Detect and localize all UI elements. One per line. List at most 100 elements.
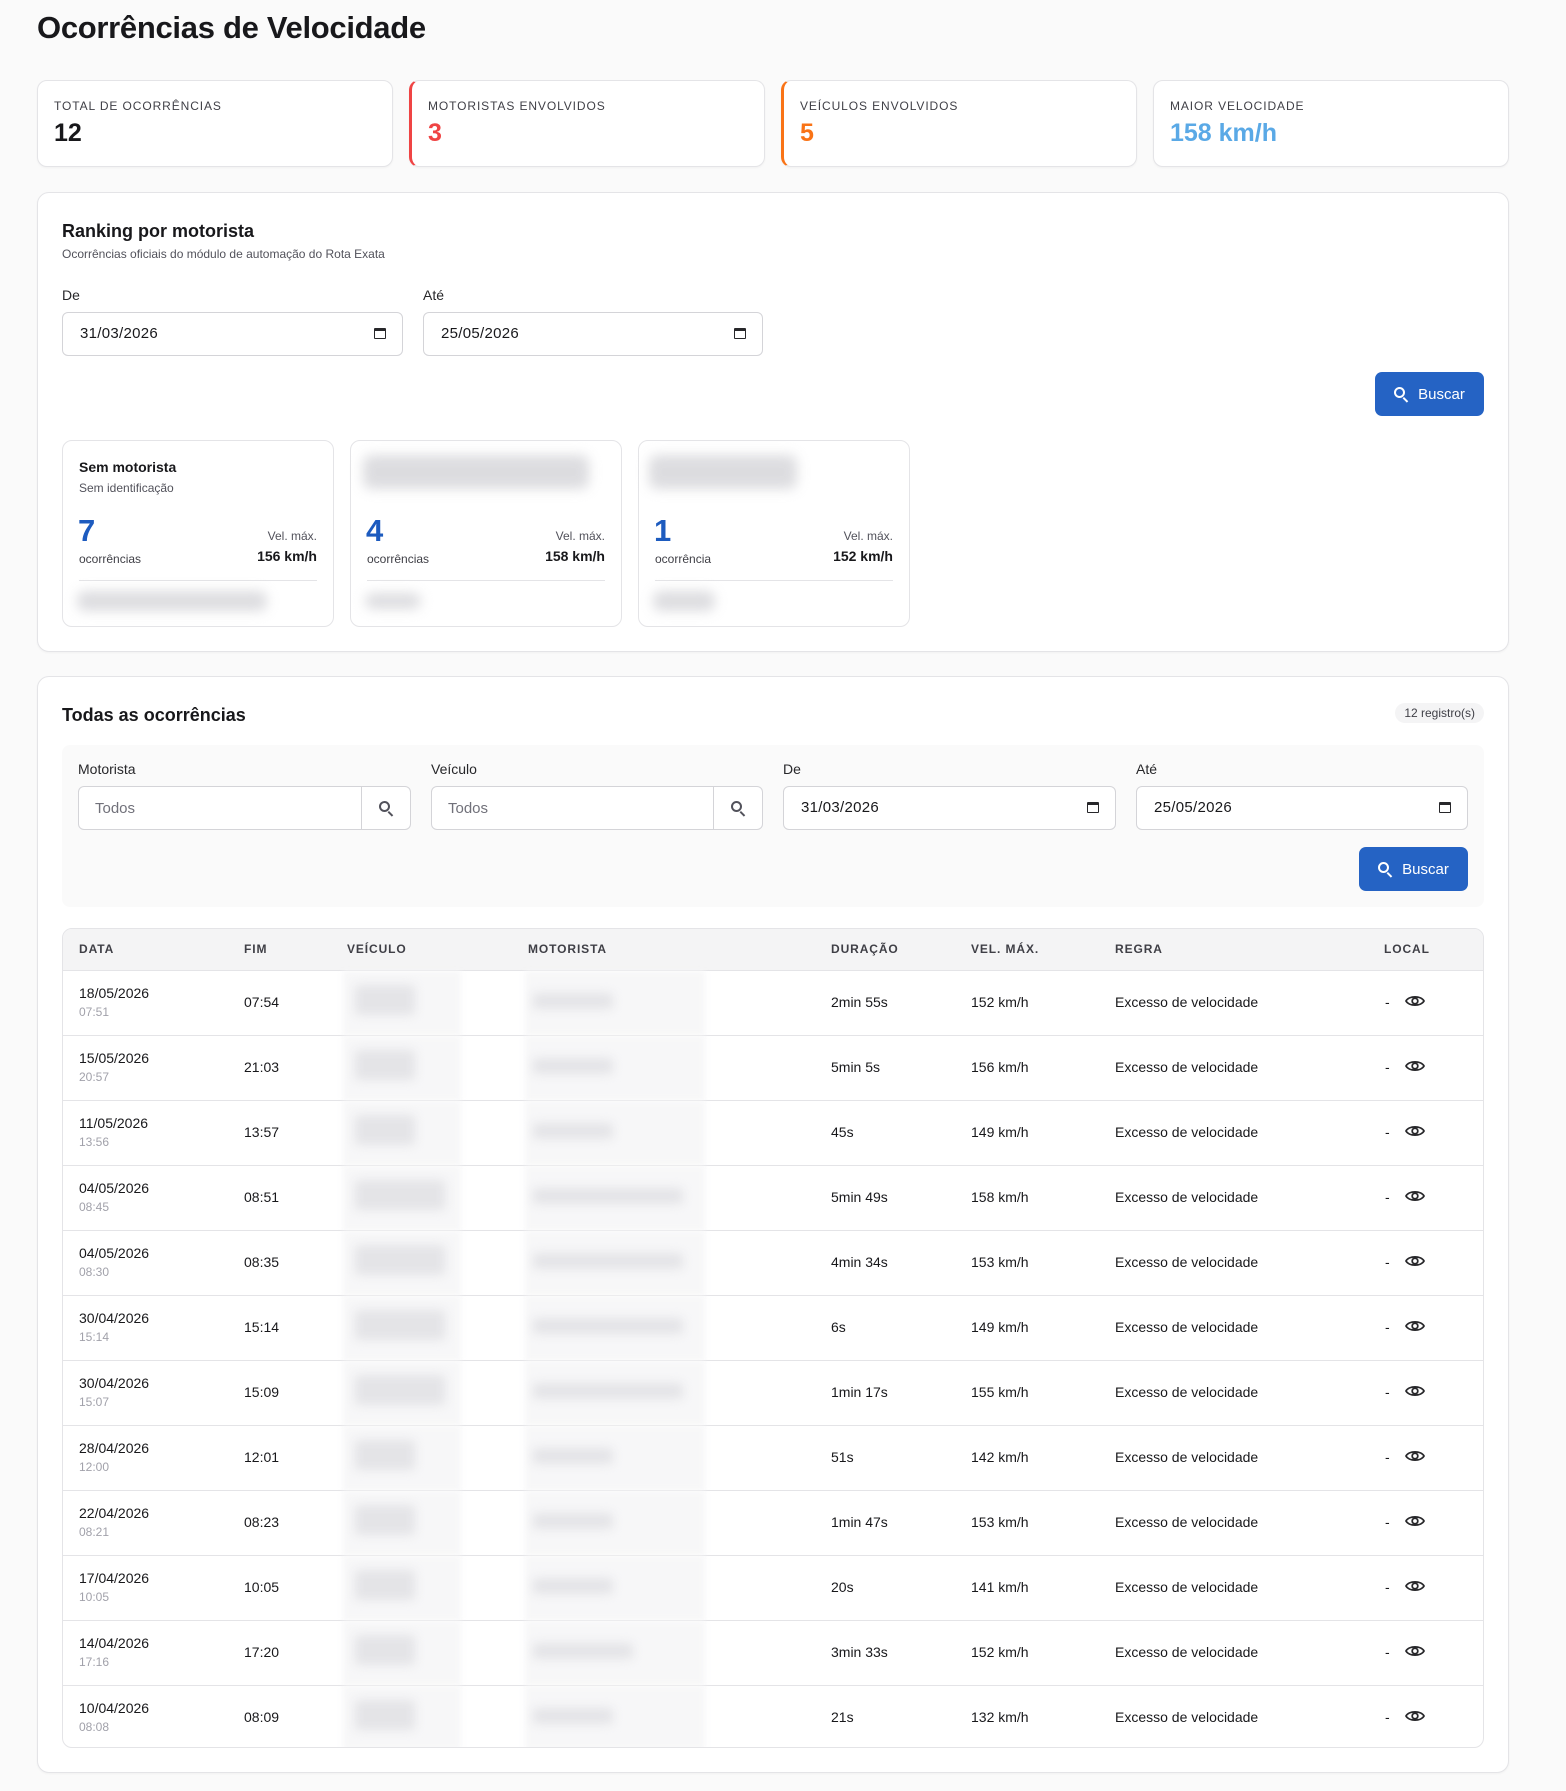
- calendar-icon[interactable]: [1439, 802, 1451, 813]
- vehicle-filter-label: Veículo: [431, 761, 477, 777]
- occurrence-date: 28/04/2026: [79, 1440, 150, 1456]
- occurrence-rule: Excesso de velocidade: [1115, 1124, 1259, 1140]
- occurrence-local: -: [1385, 1709, 1390, 1725]
- occurrence-end-time: 15:09: [244, 1384, 280, 1400]
- eye-icon[interactable]: [1404, 1383, 1426, 1399]
- occurrences-search-button[interactable]: Buscar: [1359, 847, 1468, 891]
- eye-icon[interactable]: [1404, 1643, 1426, 1659]
- eye-icon[interactable]: [1404, 1448, 1426, 1464]
- kpi-motoristas-envolvidos: MOTORISTAS ENVOLVIDOS 3: [409, 80, 765, 167]
- occurrence-rule: Excesso de velocidade: [1115, 1384, 1259, 1400]
- table-row: 18/05/2026 07:51 07:54 2min 55s 152 km/h Exce…: [63, 970, 1483, 1035]
- occurrence-local: -: [1385, 1059, 1390, 1075]
- occurrence-end-time: 08:23: [244, 1514, 280, 1530]
- ranking-card-driver-2[interactable]: 4 ocorrências Vel. máx. 158 km/h: [350, 440, 622, 627]
- redacted-vehicle: [355, 1245, 445, 1275]
- ranking-panel: Ranking por motorista Ocorrências oficia…: [37, 192, 1509, 652]
- redacted-vehicle: [355, 1050, 415, 1080]
- eye-icon[interactable]: [1404, 993, 1426, 1009]
- table-row: 17/04/2026 10:05 10:05 20s 141 km/h Excesso d…: [63, 1555, 1483, 1620]
- filters-area: Motorista Veículo De 31/03/2026 Até 25/0…: [62, 745, 1484, 907]
- kpi-maior-velocidade: MAIOR VELOCIDADE 158 km/h: [1153, 80, 1509, 167]
- occurrence-start-time: 13:56: [79, 1135, 110, 1149]
- from-date-input[interactable]: 31/03/2026: [783, 786, 1116, 830]
- occurrence-local: -: [1385, 1579, 1390, 1595]
- occurrence-max-speed: 132 km/h: [971, 1709, 1029, 1725]
- occurrence-start-time: 08:08: [79, 1720, 110, 1734]
- driver-name: Sem motorista: [79, 459, 177, 475]
- kpi-total-ocorrencias: TOTAL DE OCORRÊNCIAS 12: [37, 80, 393, 167]
- eye-icon[interactable]: [1404, 1578, 1426, 1594]
- date-value: 25/05/2026: [1154, 799, 1233, 816]
- page-title: Ocorrências de Velocidade: [37, 10, 426, 45]
- redacted-driver: [533, 1578, 613, 1594]
- occurrence-end-time: 21:03: [244, 1059, 280, 1075]
- redacted-vehicle: [355, 985, 415, 1015]
- occurrence-max-speed: 155 km/h: [971, 1384, 1029, 1400]
- occurrence-start-time: 07:51: [79, 1005, 110, 1019]
- max-speed-value: 158 km/h: [545, 548, 605, 564]
- occurrence-end-time: 15:14: [244, 1319, 280, 1335]
- ranking-title: Ranking por motorista: [62, 221, 255, 241]
- occurrence-count: 4: [366, 513, 384, 548]
- records-count-badge: 12 registro(s): [1395, 703, 1484, 723]
- button-label: Buscar: [1418, 385, 1465, 403]
- ranking-from-date-input[interactable]: 31/03/2026: [62, 312, 403, 356]
- eye-icon[interactable]: [1404, 1188, 1426, 1204]
- eye-icon[interactable]: [1404, 1058, 1426, 1074]
- occurrence-date: 15/05/2026: [79, 1050, 150, 1066]
- occurrence-local: -: [1385, 1384, 1390, 1400]
- ranking-card-driver-3[interactable]: 1 ocorrência Vel. máx. 152 km/h: [638, 440, 910, 627]
- redacted-vehicle: [355, 1310, 445, 1340]
- eye-icon[interactable]: [1404, 1253, 1426, 1269]
- eye-icon[interactable]: [1404, 1513, 1426, 1529]
- eye-icon[interactable]: [1404, 1708, 1426, 1724]
- kpi-label: MAIOR VELOCIDADE: [1170, 99, 1305, 113]
- driver-filter[interactable]: [78, 786, 411, 830]
- occurrence-max-speed: 142 km/h: [971, 1449, 1029, 1465]
- max-speed-label: Vel. máx.: [843, 529, 893, 543]
- calendar-icon[interactable]: [1087, 802, 1099, 813]
- redacted-vehicles: [653, 591, 715, 611]
- vehicle-search-input[interactable]: [432, 787, 716, 829]
- ranking-card-sem-motorista[interactable]: Sem motorista Sem identificação 7 ocorrê…: [62, 440, 334, 627]
- redacted-vehicle: [355, 1375, 445, 1405]
- occurrence-max-speed: 152 km/h: [971, 994, 1029, 1010]
- kpi-label: VEÍCULOS ENVOLVIDOS: [800, 99, 959, 113]
- occurrence-rule: Excesso de velocidade: [1115, 1059, 1259, 1075]
- eye-icon[interactable]: [1404, 1318, 1426, 1334]
- divider: [367, 580, 605, 581]
- ranking-search-button[interactable]: Buscar: [1375, 372, 1484, 416]
- occurrence-max-speed: 153 km/h: [971, 1254, 1029, 1270]
- ranking-to-date-input[interactable]: 25/05/2026: [423, 312, 763, 356]
- col-data: DATA: [79, 942, 115, 956]
- redacted-vehicle: [355, 1115, 415, 1145]
- calendar-icon[interactable]: [734, 328, 746, 339]
- kpi-veiculos-envolvidos: VEÍCULOS ENVOLVIDOS 5: [781, 80, 1137, 167]
- occurrence-date: 18/05/2026: [79, 985, 150, 1001]
- occurrences-table: DATA FIM VEÍCULO MOTORISTA DURAÇÃO VEL. …: [62, 928, 1484, 1748]
- eye-icon[interactable]: [1404, 1123, 1426, 1139]
- occurrence-start-time: 12:00: [79, 1460, 110, 1474]
- to-date-input[interactable]: 25/05/2026: [1136, 786, 1468, 830]
- redacted-vehicle: [355, 1635, 415, 1665]
- occurrence-rule: Excesso de velocidade: [1115, 1644, 1259, 1660]
- vehicle-filter[interactable]: [431, 786, 763, 830]
- redacted-vehicle: [355, 1570, 415, 1600]
- redacted-driver: [533, 1513, 613, 1529]
- kpi-value: 5: [800, 119, 814, 147]
- driver-search-input[interactable]: [79, 787, 363, 829]
- occurrence-count: 7: [78, 513, 96, 548]
- search-icon: [378, 800, 394, 816]
- vehicle-search-button[interactable]: [713, 787, 762, 829]
- redacted-driver: [533, 1188, 683, 1204]
- occurrence-end-time: 08:35: [244, 1254, 280, 1270]
- occurrence-rule: Excesso de velocidade: [1115, 1189, 1259, 1205]
- kpi-value: 3: [428, 119, 442, 147]
- ranking-to-label: Até: [423, 287, 445, 303]
- occurrence-duration: 51s: [831, 1449, 854, 1465]
- calendar-icon[interactable]: [374, 328, 386, 339]
- occurrence-start-time: 10:05: [79, 1590, 110, 1604]
- driver-search-button[interactable]: [361, 787, 410, 829]
- table-row: 30/04/2026 15:07 15:09 1min 17s 155 km/h Exce…: [63, 1360, 1483, 1425]
